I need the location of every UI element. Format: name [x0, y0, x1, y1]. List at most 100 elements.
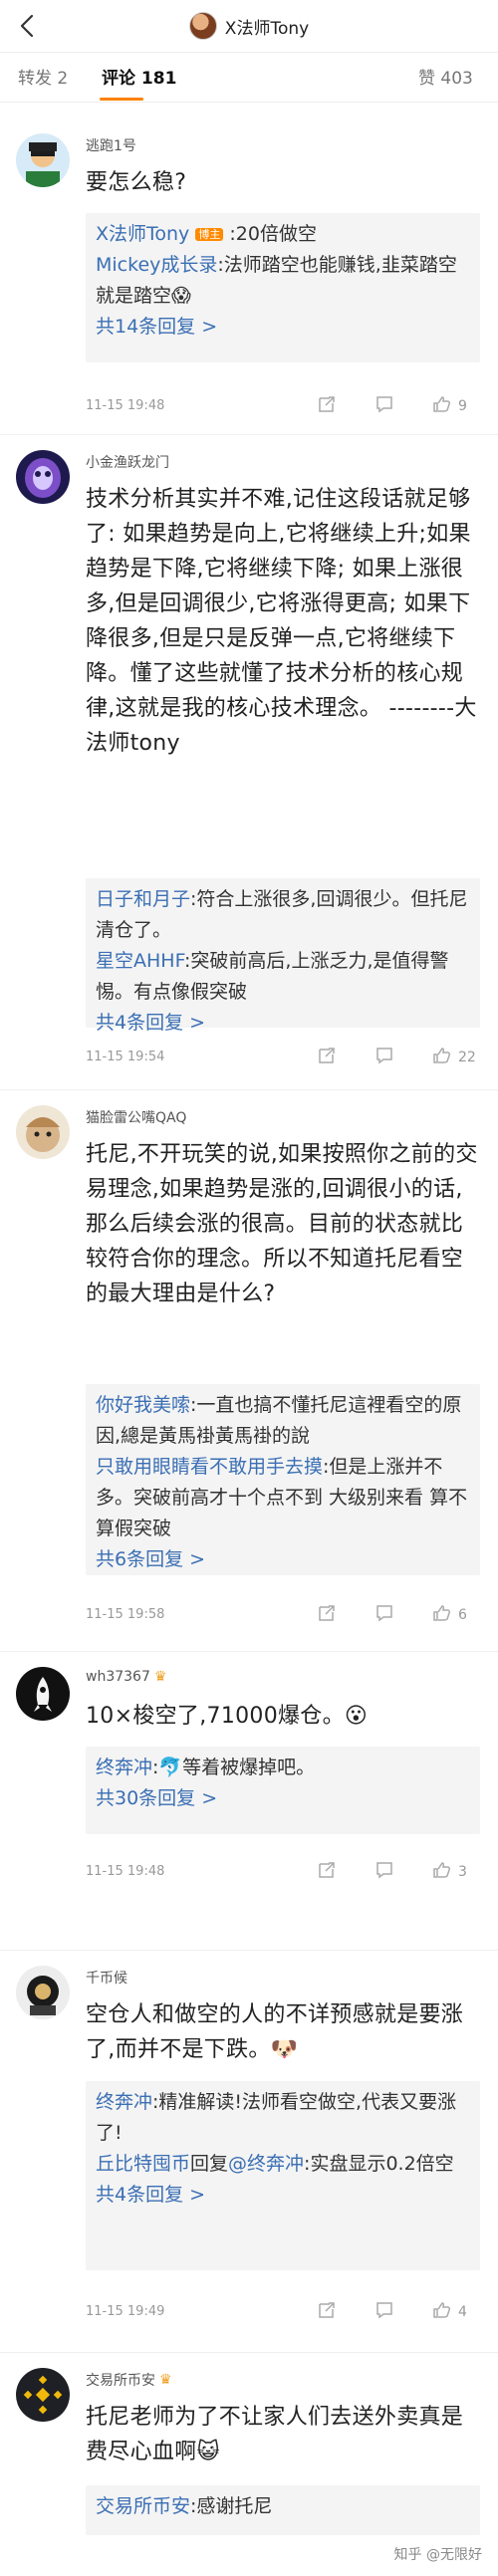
top-bar: X法师Tony: [0, 0, 498, 53]
comment-footer: 11-15 19:48 3: [86, 1858, 480, 1884]
like-icon[interactable]: [432, 1603, 452, 1623]
reply-text: :20倍做空: [229, 223, 317, 245]
reply-line: 你好我美嗦:一直也搞不懂托尼這裡看空的原因,總是黃馬褂黃馬褂的說: [96, 1390, 470, 1452]
username[interactable]: 千币候: [86, 1968, 127, 1988]
like-icon[interactable]: [432, 1860, 452, 1880]
like-count: 22: [458, 1050, 476, 1065]
like-count: 3: [458, 1864, 467, 1880]
comment-item: 交易所币安 ♛ 托尼老师为了不让家人们去送外卖真是费尽心血啊😺 交易所币安:感谢托…: [0, 2352, 498, 2576]
comment-item: 猫脸雷公嘴QAQ 托尼,不开玩笑的说,如果按照你之前的交易理念,如果趋势是涨的,…: [0, 1089, 498, 1652]
timestamp: 11-15 19:49: [86, 2304, 165, 2319]
like-icon[interactable]: [432, 1046, 452, 1065]
comment-item: wh37367 ♛ 10×梭空了,71000爆仓。😮 终奔冲:🐬等着被爆掉吧。 共…: [0, 1651, 498, 1951]
comment-text: 10×梭空了,71000爆仓。😮: [86, 1704, 369, 1729]
back-arrow-icon: [20, 14, 34, 38]
reply-mention[interactable]: @终奔冲: [228, 2153, 304, 2175]
comment-item: 小金渔跃龙门 技术分析其实并不难,记住这段话就足够了: 如果趋势是向上,它将继续…: [0, 434, 498, 1090]
like-count: 9: [458, 398, 467, 414]
reply-line: 只敢用眼睛看不敢用手去摸:但是上涨并不多。突破前高才十个点不到 大级别来看 算不…: [96, 1452, 470, 1544]
avatar[interactable]: [16, 133, 70, 187]
username[interactable]: 逃跑1号: [86, 135, 136, 155]
reply-author[interactable]: 终奔冲: [96, 1756, 152, 1778]
timestamp: 11-15 19:58: [86, 1607, 165, 1622]
comment-text: 技术分析其实并不难,记住这段话就足够了: 如果趋势是向上,它将继续上升;如果趋势…: [86, 487, 477, 756]
reply-author[interactable]: 丘比特囤币: [96, 2153, 190, 2175]
tab-comments[interactable]: 评论 181: [102, 64, 176, 89]
avatar[interactable]: [16, 1667, 70, 1721]
tab-likes[interactable]: 赞 403: [418, 64, 473, 89]
timestamp: 11-15 19:54: [86, 1050, 165, 1064]
comment-icon[interactable]: [374, 1603, 394, 1623]
comment-icon[interactable]: [374, 1046, 394, 1065]
like-icon[interactable]: [432, 2300, 452, 2320]
comment-item: 千币候 空仓人和做空的人的不详预感就是要涨了,而并不是下跌。🐶 终奔冲:精准解读…: [0, 1950, 498, 2353]
author-badge: 博主: [195, 228, 224, 241]
comment-item: 逃跑1号 要怎么稳? X法师Tony 博主 :20倍做空 Mickey成长录:法…: [0, 117, 498, 435]
share-icon[interactable]: [317, 1603, 337, 1623]
reply-line: Mickey成长录:法师踏空也能赚钱,韭菜踏空就是踏空😱: [96, 250, 470, 312]
title-area[interactable]: X法师Tony: [188, 12, 310, 40]
username[interactable]: wh37367 ♛: [86, 1669, 166, 1685]
comment-text: 托尼,不开玩笑的说,如果按照你之前的交易理念,如果趋势是涨的,回调很小的话,那么…: [86, 1142, 478, 1306]
avatar[interactable]: [16, 1105, 70, 1159]
share-icon[interactable]: [317, 2300, 337, 2320]
username[interactable]: 猫脸雷公嘴QAQ: [86, 1107, 186, 1127]
reply-author[interactable]: 终奔冲: [96, 2091, 152, 2113]
reply-box[interactable]: 日子和月子:符合上涨很多,回调很少。但托尼清仓了。 星空AHHF:突破前高后,上…: [86, 878, 480, 1034]
reply-box[interactable]: X法师Tony 博主 :20倍做空 Mickey成长录:法师踏空也能赚钱,韭菜踏…: [86, 213, 480, 362]
timestamp: 11-15 19:48: [86, 1864, 165, 1879]
username[interactable]: 交易所币安 ♛: [86, 2370, 172, 2390]
reply-line: 日子和月子:符合上涨很多,回调很少。但托尼清仓了。: [96, 884, 470, 946]
reply-text: :🐬等着被爆掉吧。: [152, 1756, 316, 1778]
reply-line: X法师Tony 博主 :20倍做空: [96, 219, 470, 250]
watermark: 知乎 @无限好: [393, 2547, 482, 2563]
share-icon[interactable]: [317, 1046, 337, 1065]
tab-reposts[interactable]: 转发 2: [18, 64, 68, 89]
back-button[interactable]: [8, 6, 48, 46]
reply-author[interactable]: X法师Tony: [96, 223, 189, 245]
title-avatar[interactable]: [188, 12, 217, 40]
username[interactable]: 小金渔跃龙门: [86, 452, 169, 472]
comment-icon[interactable]: [374, 2300, 394, 2320]
more-replies-link[interactable]: 共30条回复 >: [96, 1787, 217, 1809]
more-replies-link[interactable]: 共6条回复 >: [96, 1548, 205, 1570]
comment-text: 托尼老师为了不让家人们去送外卖真是费尽心血啊😺: [86, 2405, 464, 2464]
comment-icon[interactable]: [374, 394, 394, 414]
reply-author[interactable]: 交易所币安: [96, 2495, 190, 2517]
more-replies-link[interactable]: 共14条回复 >: [96, 316, 217, 338]
reply-author[interactable]: 只敢用眼睛看不敢用手去摸: [96, 1456, 323, 1478]
reply-line: 丘比特囤币回复@终奔冲:实盘显示0.2倍空: [96, 2149, 470, 2180]
reply-box[interactable]: 交易所币安:感谢托尼: [86, 2485, 480, 2535]
reply-text: :感谢托尼: [190, 2495, 273, 2517]
reply-box[interactable]: 终奔冲:🐬等着被爆掉吧。 共30条回复 >: [86, 1747, 480, 1834]
avatar[interactable]: [16, 2368, 70, 2422]
timestamp: 11-15 19:48: [86, 398, 165, 413]
page-title: X法师Tony: [224, 18, 310, 39]
comment-text: 要怎么稳?: [86, 170, 187, 195]
share-icon[interactable]: [317, 1860, 337, 1880]
comment-footer: 11-15 19:48 9: [86, 392, 480, 418]
like-icon[interactable]: [432, 394, 452, 414]
reply-box[interactable]: 你好我美嗦:一直也搞不懂托尼這裡看空的原因,總是黃馬褂黃馬褂的說 只敢用眼睛看不…: [86, 1384, 480, 1575]
more-replies-link[interactable]: 共4条回复 >: [96, 2184, 205, 2206]
share-icon[interactable]: [317, 394, 337, 414]
reply-author[interactable]: Mickey成长录: [96, 254, 217, 276]
reply-author[interactable]: 日子和月子: [96, 888, 190, 910]
like-count: 4: [458, 2304, 467, 2320]
reply-text: :实盘显示0.2倍空: [304, 2153, 454, 2175]
reply-text: 回复: [190, 2153, 229, 2175]
reply-author[interactable]: 星空AHHF: [96, 950, 184, 972]
crown-icon: ♛: [153, 1669, 167, 1685]
comment-footer: 11-15 19:49 4: [86, 2298, 480, 2324]
reply-box[interactable]: 终奔冲:精准解读!法师看空做空,代表又要涨了! 丘比特囤币回复@终奔冲:实盘显示…: [86, 2081, 480, 2270]
reply-author[interactable]: 你好我美嗦: [96, 1394, 190, 1416]
comment-footer: 11-15 19:58 6: [86, 1601, 480, 1627]
avatar[interactable]: [16, 450, 70, 504]
tab-bar: 转发 2 评论 181 赞 403: [0, 58, 498, 103]
comment-icon[interactable]: [374, 1860, 394, 1880]
more-replies-link[interactable]: 共4条回复 >: [96, 1012, 205, 1034]
reply-line: 星空AHHF:突破前高后,上涨乏力,是值得警惕。有点像假突破: [96, 946, 470, 1008]
comment-footer: 11-15 19:54 22: [86, 1044, 480, 1069]
avatar[interactable]: [16, 1966, 70, 2019]
reply-line: 终奔冲:精准解读!法师看空做空,代表又要涨了!: [96, 2087, 470, 2149]
